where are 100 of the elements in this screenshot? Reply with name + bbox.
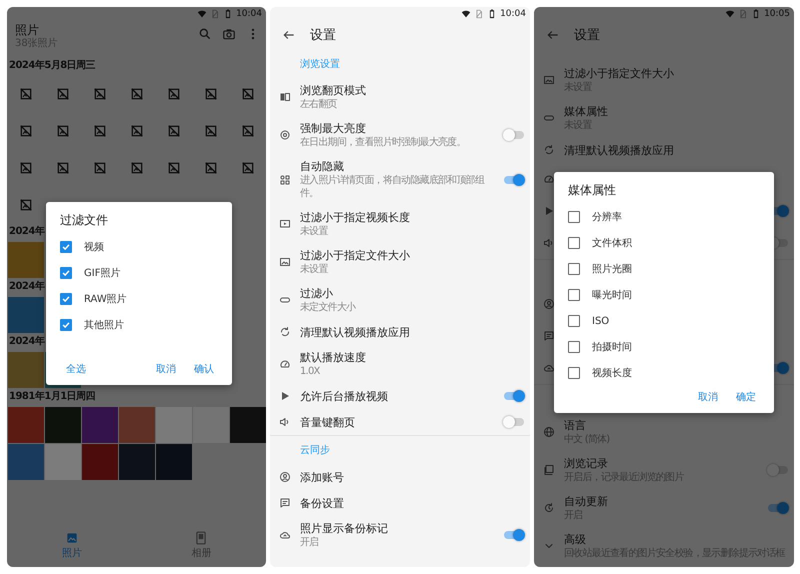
broken-image-icon[interactable]	[92, 160, 106, 174]
broken-image-icon[interactable]	[56, 160, 70, 174]
thumbnail[interactable]	[118, 406, 154, 442]
dialog-title: 过滤文件	[60, 212, 109, 228]
thumbnail[interactable]	[8, 352, 44, 388]
thumbnail[interactable]	[192, 406, 228, 442]
broken-image-icon[interactable]	[240, 160, 254, 174]
thumbnail[interactable]	[82, 406, 118, 442]
broken-image-icon[interactable]	[130, 124, 144, 138]
broken-image-icon[interactable]	[204, 124, 218, 138]
checkbox[interactable]	[60, 267, 72, 279]
setting-title: 清理默认视频播放应用	[300, 324, 411, 340]
toggle-switch[interactable]	[504, 131, 524, 139]
checkbox[interactable]	[568, 341, 580, 353]
setting-title: 过滤小于指定文件大小	[564, 66, 675, 81]
setting-description: 1.0X	[300, 365, 321, 378]
dialog-button[interactable]: 取消	[692, 387, 724, 407]
image-icon	[279, 256, 291, 268]
checkbox-label: 曝光时间	[592, 288, 632, 302]
thumbnail[interactable]	[82, 444, 118, 480]
broken-image-icon[interactable]	[130, 86, 144, 100]
setting-title: 照片显示备份标记	[300, 521, 389, 536]
dialog-button[interactable]: 取消	[150, 359, 182, 379]
broken-image-icon[interactable]	[92, 124, 106, 138]
thumbnail[interactable]	[118, 444, 154, 480]
broken-image-icon[interactable]	[166, 86, 180, 100]
setting-title: 过滤小于指定视频长度	[300, 210, 411, 225]
thumbnail[interactable]	[230, 406, 266, 442]
broken-image-icon[interactable]	[18, 198, 32, 212]
checkbox[interactable]	[60, 241, 72, 253]
thumbnail[interactable]	[156, 406, 192, 442]
dialog-title: 媒体属性	[568, 182, 617, 198]
setting-description: 开启	[300, 536, 320, 549]
photo-icon	[64, 530, 79, 544]
setting-title: 允许后台播放视频	[300, 388, 389, 404]
toggle-switch[interactable]	[504, 531, 524, 539]
setting-title: 自动隐藏	[300, 159, 345, 174]
checkbox-label: 文件体积	[592, 236, 632, 250]
checkbox-label: GIF照片	[84, 266, 120, 280]
setting-description: 未设置	[300, 263, 329, 276]
broken-image-icon[interactable]	[18, 124, 32, 138]
dialog-button[interactable]: 确定	[730, 387, 762, 407]
broken-image-icon[interactable]	[240, 86, 254, 100]
date-heading: 2024年5月8日周三	[8, 58, 96, 73]
date-heading: 2024年	[8, 280, 46, 294]
setting-title: 音量键翻页	[300, 414, 356, 430]
checkbox-label: 其他照片	[84, 318, 124, 332]
section-heading: 云同步	[300, 444, 330, 457]
toggle-switch[interactable]	[504, 418, 524, 426]
thumbnail[interactable]	[8, 406, 44, 442]
broken-image-icon[interactable]	[204, 160, 218, 174]
toggle-switch[interactable]	[768, 466, 788, 474]
setting-title: 高级	[564, 532, 587, 547]
date-heading: 2024年	[8, 334, 46, 349]
broken-image-icon[interactable]	[166, 160, 180, 174]
camera-icon[interactable]	[222, 27, 236, 41]
checkbox[interactable]	[568, 315, 580, 327]
broken-image-icon[interactable]	[18, 86, 32, 100]
wifi-icon	[725, 9, 736, 19]
checkbox[interactable]	[568, 289, 580, 301]
dialog-button[interactable]: 全选	[60, 359, 92, 379]
date-heading: 1981年1月1日周四	[8, 390, 96, 404]
gauge-icon	[279, 358, 291, 370]
broken-image-icon[interactable]	[166, 124, 180, 138]
checkbox-label: 照片光圈	[592, 262, 632, 276]
thumbnail[interactable]	[8, 444, 44, 480]
toggle-switch[interactable]	[504, 392, 524, 400]
photo-stack-icon	[543, 464, 555, 476]
broken-image-icon[interactable]	[92, 86, 106, 100]
checkbox[interactable]	[568, 211, 580, 223]
toggle-switch[interactable]	[504, 176, 524, 184]
broken-image-icon[interactable]	[56, 86, 70, 100]
dialog-button[interactable]: 确认	[188, 359, 220, 379]
checkbox[interactable]	[568, 263, 580, 275]
status-time: 10:04	[500, 9, 526, 19]
no-sim-icon	[738, 9, 748, 19]
thumbnail[interactable]	[44, 406, 80, 442]
broken-image-icon[interactable]	[56, 124, 70, 138]
broken-image-icon[interactable]	[130, 160, 144, 174]
image-icon	[543, 74, 555, 86]
search-icon[interactable]	[198, 27, 212, 41]
setting-title: 强制最大亮度	[300, 121, 367, 136]
thumbnail[interactable]	[8, 296, 44, 332]
thumbnail[interactable]	[8, 242, 44, 278]
checkbox[interactable]	[568, 237, 580, 249]
toggle-switch[interactable]	[768, 504, 788, 512]
nav-tab[interactable]: 照片	[56, 528, 88, 562]
broken-image-icon[interactable]	[18, 160, 32, 174]
checkbox[interactable]	[568, 367, 580, 379]
setting-title: 添加账号	[300, 470, 345, 484]
checkbox-label: 视频	[84, 240, 104, 254]
setting-description: 进入照片详情页面，将自动隐藏底部和顶部组件。	[300, 174, 486, 200]
thumbnail[interactable]	[44, 444, 80, 480]
broken-image-icon[interactable]	[204, 86, 218, 100]
checkbox[interactable]	[60, 319, 72, 331]
broken-image-icon[interactable]	[240, 124, 254, 138]
checkbox[interactable]	[60, 293, 72, 305]
section-heading: 浏览设置	[300, 58, 340, 70]
setting-title: 过滤小于指定文件大小	[300, 248, 411, 263]
thumbnail[interactable]	[156, 444, 192, 480]
